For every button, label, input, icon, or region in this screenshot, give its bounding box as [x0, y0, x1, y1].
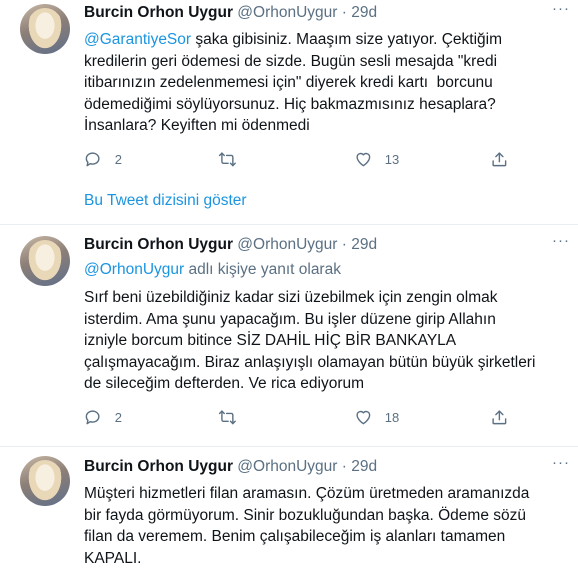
separator-dot: · — [341, 4, 347, 21]
reply-icon — [85, 152, 100, 167]
like-icon — [356, 152, 371, 167]
more-icon[interactable]: ··· — [552, 0, 570, 17]
like-icon — [356, 410, 371, 425]
avatar[interactable] — [20, 4, 70, 54]
timestamp[interactable]: 29d — [351, 458, 377, 475]
tweet-text: Sırf beni üzebildiğiniz kadar sizi üzebi… — [84, 289, 536, 392]
separator-dot: · — [341, 236, 347, 253]
like-button[interactable]: 13 — [354, 150, 399, 169]
reply-count: 2 — [114, 151, 122, 167]
reply-mention-link[interactable]: @OrhonUygur — [84, 261, 184, 278]
like-count: 18 — [384, 409, 400, 425]
share-icon — [492, 152, 507, 167]
avatar[interactable] — [20, 456, 70, 506]
display-name[interactable]: Burcin Orhon Uygur — [84, 236, 233, 253]
timestamp[interactable]: 29d — [351, 4, 377, 21]
reply-button[interactable]: 2 — [84, 408, 122, 427]
tweet-header: Burcin Orhon Uygur @OrhonUygur · 29d — [84, 4, 377, 22]
tweet-actions: 2 13 — [84, 150, 524, 170]
share-button[interactable] — [490, 408, 509, 427]
divider — [0, 224, 578, 225]
more-icon[interactable]: ··· — [552, 232, 570, 249]
timestamp[interactable]: 29d — [351, 236, 377, 253]
reply-button[interactable]: 2 — [84, 150, 122, 169]
display-name[interactable]: Burcin Orhon Uygur — [84, 458, 233, 475]
share-icon — [492, 410, 507, 425]
user-handle[interactable]: @OrhonUygur — [237, 236, 337, 253]
user-handle[interactable]: @OrhonUygur — [237, 4, 337, 21]
show-thread-link[interactable]: Bu Tweet dizisini göster — [84, 192, 247, 210]
tweet-header: Burcin Orhon Uygur @OrhonUygur · 29d — [84, 458, 377, 476]
display-name[interactable]: Burcin Orhon Uygur — [84, 4, 233, 21]
reply-context-text: adlı kişiye yanıt olarak — [184, 261, 341, 278]
mention-link[interactable]: @GarantiyeSor — [84, 31, 191, 48]
like-count: 13 — [384, 151, 400, 167]
reply-icon — [85, 410, 100, 425]
tweet-text: @GarantiyeSor şaka gibisiniz. Maaşım siz… — [84, 29, 564, 137]
tweet-header: Burcin Orhon Uygur @OrhonUygur · 29d — [84, 236, 377, 254]
retweet-button[interactable] — [218, 408, 237, 427]
tweet-actions: 2 18 — [84, 408, 524, 428]
reply-count: 2 — [114, 409, 122, 425]
retweet-button[interactable] — [218, 150, 237, 169]
reply-context: @OrhonUygur adlı kişiye yanıt olarak — [84, 261, 341, 279]
share-button[interactable] — [490, 150, 509, 169]
user-handle[interactable]: @OrhonUygur — [237, 458, 337, 475]
retweet-icon — [218, 152, 236, 167]
divider — [0, 446, 578, 447]
more-icon[interactable]: ··· — [552, 454, 570, 471]
separator-dot: · — [341, 458, 347, 475]
avatar[interactable] — [20, 236, 70, 286]
like-button[interactable]: 18 — [354, 408, 399, 427]
retweet-icon — [218, 410, 236, 425]
tweet-text: Müşteri hizmetleri filan aramasın. Çözüm… — [84, 485, 530, 567]
